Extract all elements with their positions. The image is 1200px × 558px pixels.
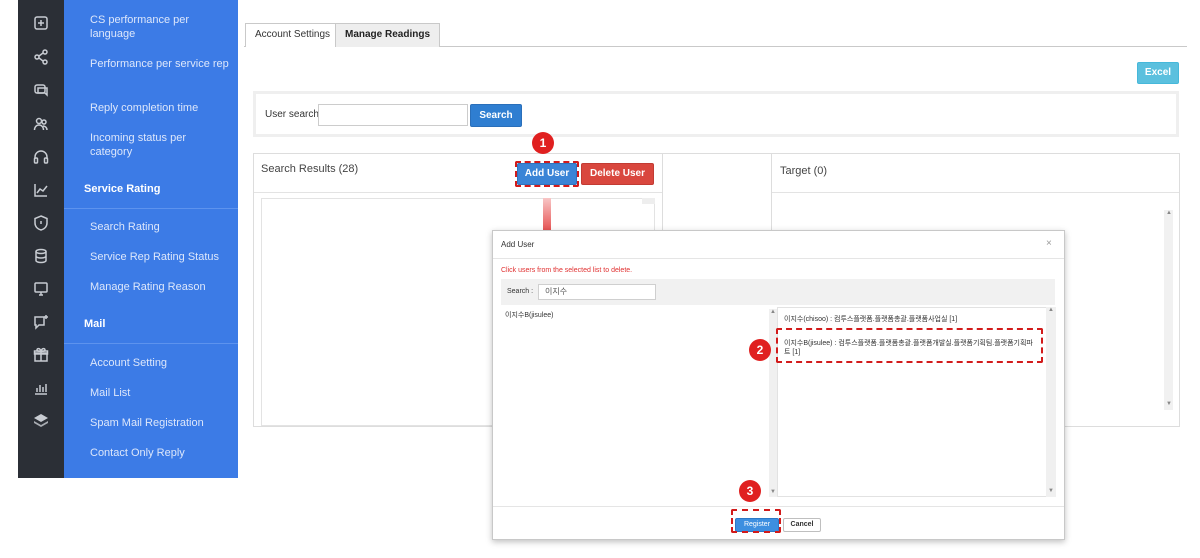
- callout-badge-2: 2: [749, 339, 771, 361]
- modal-notice: Click users from the selected list to de…: [501, 267, 633, 274]
- gift-icon[interactable]: [32, 346, 50, 364]
- nav-item-spam-mail-registration[interactable]: Spam Mail Registration: [90, 416, 230, 430]
- shield-icon[interactable]: [32, 214, 50, 232]
- callout-badge-3: 3: [739, 480, 761, 502]
- modal-search-label: Search :: [507, 288, 534, 295]
- modal-title: Add User: [501, 240, 535, 249]
- search-button[interactable]: Search: [470, 104, 522, 127]
- layers-icon[interactable]: [32, 412, 50, 430]
- nav-item-account-setting[interactable]: Account Setting: [90, 356, 230, 370]
- callout-highlight-selected-user: [776, 328, 1043, 363]
- cancel-button[interactable]: Cancel: [783, 518, 821, 532]
- results-scrollbar[interactable]: [642, 198, 655, 204]
- app-root: CS performance per language Performance …: [0, 0, 1200, 558]
- list-item[interactable]: 이지수B(jisulee): [505, 311, 554, 320]
- target-title: Target (0): [780, 165, 828, 177]
- nav-item-contact-only-reply[interactable]: Contact Only Reply: [90, 446, 230, 460]
- nav-item-cs-performance-language[interactable]: CS performance per language: [90, 13, 230, 41]
- panel-divider: [254, 192, 662, 193]
- selected-list-scrollbar[interactable]: ▲ ▼: [1046, 307, 1056, 497]
- share-icon[interactable]: [32, 48, 50, 66]
- icon-rail: [18, 0, 64, 478]
- chart-line-icon[interactable]: [32, 181, 50, 199]
- scroll-down-icon[interactable]: ▼: [1166, 401, 1172, 407]
- scroll-up-icon[interactable]: ▲: [1048, 307, 1054, 313]
- modal-search-input[interactable]: 이지수: [538, 284, 656, 300]
- headset-icon[interactable]: [32, 148, 50, 166]
- target-scrollbar[interactable]: [1164, 210, 1173, 410]
- database-icon[interactable]: [32, 247, 50, 265]
- user-search-label: User search: [265, 109, 319, 120]
- chat-plus-icon[interactable]: [32, 313, 50, 331]
- panel-divider: [772, 192, 1179, 193]
- tab-account-settings[interactable]: Account Settings: [245, 23, 341, 47]
- nav-divider: [64, 208, 238, 209]
- nav-item-reply-completion-time[interactable]: Reply completion time: [90, 101, 230, 115]
- side-nav: CS performance per language Performance …: [64, 0, 238, 478]
- modal-source-list[interactable]: 이지수B(jisulee): [501, 307, 771, 497]
- close-icon[interactable]: ×: [1046, 238, 1052, 249]
- scroll-up-icon[interactable]: ▲: [770, 309, 776, 315]
- chat-icon[interactable]: [32, 81, 50, 99]
- callout-highlight-register: [731, 509, 781, 533]
- excel-button[interactable]: Excel: [1137, 62, 1179, 84]
- user-search-input[interactable]: [318, 104, 468, 126]
- monitor-icon[interactable]: [32, 280, 50, 298]
- tab-manage-readings[interactable]: Manage Readings: [335, 23, 441, 47]
- nav-item-search-rating[interactable]: Search Rating: [90, 220, 230, 234]
- user-search-panel: User search Search: [253, 91, 1179, 137]
- nav-section-mail[interactable]: Mail: [64, 305, 238, 343]
- callout-badge-1: 1: [532, 132, 554, 154]
- nav-item-manage-rating-reason[interactable]: Manage Rating Reason: [90, 280, 230, 294]
- modal-header: Add User ×: [493, 231, 1064, 259]
- nav-item-performance-service-rep[interactable]: Performance per service rep: [90, 57, 230, 71]
- scroll-down-icon[interactable]: ▼: [1048, 488, 1054, 494]
- bar-chart-icon[interactable]: [32, 379, 50, 397]
- scroll-down-icon[interactable]: ▼: [770, 489, 776, 495]
- nav-item-mail-list[interactable]: Mail List: [90, 386, 230, 400]
- scroll-up-icon[interactable]: ▲: [1166, 210, 1172, 216]
- nav-divider: [64, 343, 238, 344]
- plus-square-icon[interactable]: [32, 14, 50, 32]
- users-icon[interactable]: [32, 115, 50, 133]
- callout-highlight-add-user: [515, 161, 579, 187]
- delete-user-button[interactable]: Delete User: [581, 163, 654, 185]
- nav-item-service-rep-rating-status[interactable]: Service Rep Rating Status: [90, 250, 230, 264]
- tab-bar: Account Settings Manage Readings: [244, 23, 1187, 47]
- add-user-modal: Add User × Click users from the selected…: [492, 230, 1065, 540]
- modal-search-bar: Search : 이지수: [501, 279, 1055, 305]
- search-results-title: Search Results (28): [261, 163, 359, 175]
- nav-section-service-rating[interactable]: Service Rating: [64, 170, 238, 208]
- list-item[interactable]: 이지수(chisoo) : 컴투스플랫폼.플랫폼총괄.플랫폼사업실 [1]: [784, 315, 1034, 324]
- nav-item-incoming-status-category[interactable]: Incoming status per category: [90, 131, 230, 159]
